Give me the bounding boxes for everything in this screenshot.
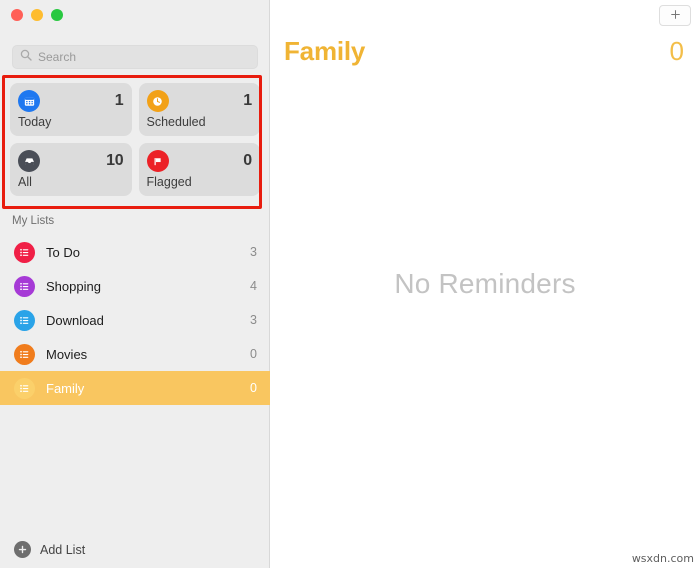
list-item-shopping[interactable]: Shopping 4 <box>0 269 270 303</box>
list-item-download[interactable]: Download 3 <box>0 303 270 337</box>
smart-list-scheduled-count: 1 <box>243 92 252 109</box>
empty-state: No Reminders <box>270 0 700 568</box>
search-box[interactable] <box>12 45 258 69</box>
minimize-window-button[interactable] <box>31 9 43 21</box>
flag-icon <box>146 150 169 172</box>
smart-list-scheduled-top: 1 <box>146 89 252 113</box>
empty-state-message: No Reminders <box>394 268 576 299</box>
list-item-count: 3 <box>250 313 257 327</box>
smart-list-all[interactable]: 10 All <box>10 143 132 196</box>
list-item-label: Family <box>46 380 85 396</box>
my-lists-section-title: My Lists <box>12 215 55 227</box>
calendar-icon <box>18 90 40 112</box>
smart-list-all-label: All <box>18 175 32 189</box>
list-icon <box>14 241 35 263</box>
smart-list-flagged[interactable]: 0 Flagged <box>138 143 260 196</box>
list-icon <box>14 309 35 331</box>
list-item-count: 4 <box>250 279 257 293</box>
list-item-count: 0 <box>250 381 257 395</box>
list-item-label: Movies <box>46 346 88 362</box>
inbox-icon <box>18 150 40 172</box>
close-window-button[interactable] <box>11 9 23 21</box>
add-list-button[interactable]: Add List <box>14 541 85 558</box>
list-item-label: Download <box>46 312 104 328</box>
smart-list-flagged-top: 0 <box>146 149 252 173</box>
list-item-todo[interactable]: To Do 3 <box>0 235 270 269</box>
clock-icon <box>146 90 169 112</box>
add-list-label: Add List <box>40 542 86 557</box>
main-content: Family 0 No Reminders wsxdn.com <box>270 0 700 568</box>
smart-list-today[interactable]: 1 Today <box>10 83 132 136</box>
smart-list-scheduled-label: Scheduled <box>146 115 206 129</box>
reminders-app-window: 1 Today 1 Scheduled <box>0 0 700 568</box>
smart-list-all-top: 10 <box>18 149 124 173</box>
list-item-count: 0 <box>250 347 257 361</box>
smart-list-today-top: 1 <box>18 89 124 113</box>
list-icon <box>14 377 35 399</box>
smart-list-today-count: 1 <box>114 92 124 109</box>
smart-list-all-count: 10 <box>106 152 124 169</box>
smart-list-today-label: Today <box>18 115 52 129</box>
search-input[interactable] <box>38 50 250 64</box>
sidebar: 1 Today 1 Scheduled <box>0 0 270 568</box>
watermark: wsxdn.com <box>631 552 694 565</box>
plus-circle-icon <box>14 541 31 558</box>
list-icon <box>14 343 35 365</box>
list-icon <box>14 275 35 297</box>
maximize-window-button[interactable] <box>51 9 63 21</box>
smart-list-flagged-label: Flagged <box>146 175 192 189</box>
list-item-label: Shopping <box>46 278 101 294</box>
list-item-label: To Do <box>46 244 80 260</box>
search-container <box>12 45 258 69</box>
search-icon <box>20 48 32 66</box>
smart-lists-grid: 1 Today 1 Scheduled 10 All 0 Flagged <box>10 83 260 196</box>
my-lists: To Do 3 Shopping 4 Download 3 Movies 0 F… <box>0 235 270 405</box>
smart-list-scheduled[interactable]: 1 Scheduled <box>138 83 260 136</box>
list-item-movies[interactable]: Movies 0 <box>0 337 270 371</box>
list-item-family[interactable]: Family 0 <box>0 371 270 405</box>
window-traffic-lights <box>11 9 63 21</box>
smart-list-flagged-count: 0 <box>243 152 252 169</box>
list-item-count: 3 <box>250 245 257 259</box>
